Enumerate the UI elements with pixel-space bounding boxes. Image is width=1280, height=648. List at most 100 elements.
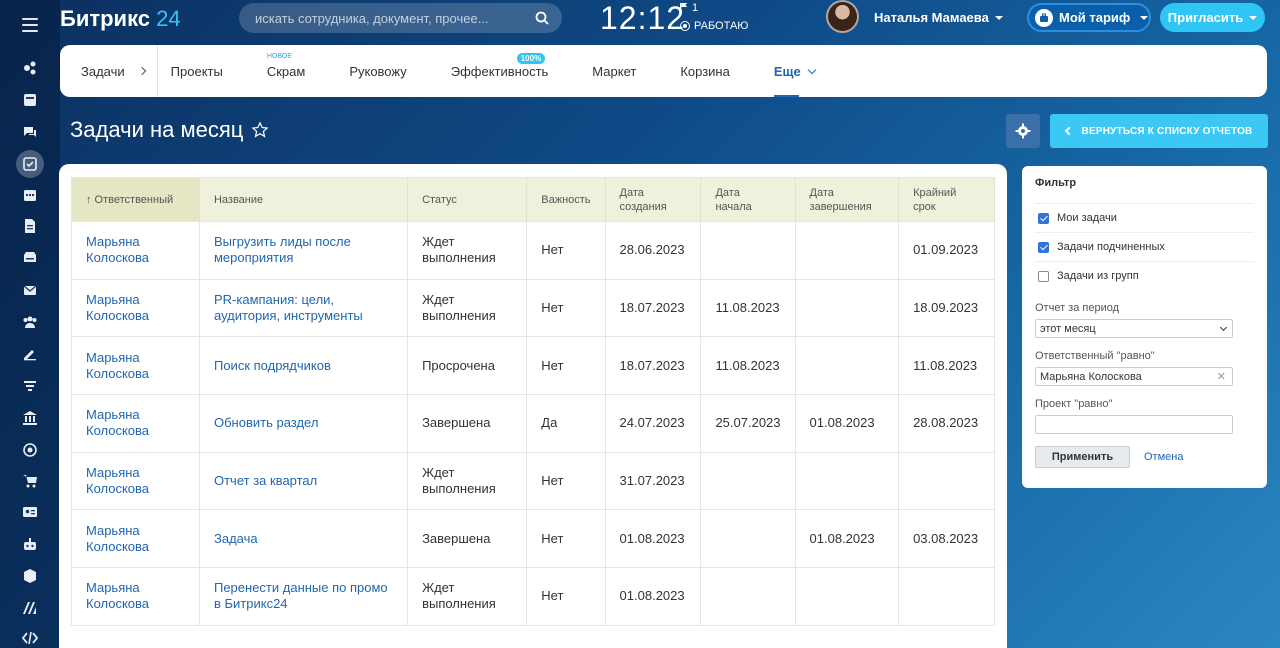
table-cell: 01.08.2023 bbox=[605, 509, 702, 568]
column-header[interactable]: Название bbox=[199, 177, 409, 222]
logo[interactable]: Битрикс 24 bbox=[60, 6, 181, 32]
checkbox-label: Задачи из групп bbox=[1057, 270, 1139, 282]
project-field[interactable] bbox=[1035, 415, 1233, 434]
nav-tasks[interactable]: Задачи bbox=[60, 45, 158, 97]
table-cell: Да bbox=[526, 394, 606, 453]
invite-button[interactable]: Пригласить bbox=[1160, 3, 1265, 32]
task-link[interactable]: Обновить раздел bbox=[199, 394, 409, 453]
responsible-link[interactable]: Марьяна Колоскова bbox=[71, 336, 200, 395]
nav-label: Маркет bbox=[592, 63, 637, 79]
contacts-icon[interactable] bbox=[16, 498, 44, 526]
robot-icon[interactable] bbox=[16, 530, 44, 558]
groups-icon[interactable] bbox=[16, 308, 44, 336]
target-icon[interactable] bbox=[16, 436, 44, 464]
checkbox[interactable] bbox=[1038, 212, 1049, 224]
task-link[interactable]: Поиск подрядчиков bbox=[199, 336, 409, 395]
code-icon[interactable] bbox=[16, 624, 44, 648]
responsible-link[interactable]: Марьяна Колоскова bbox=[71, 567, 200, 626]
column-header[interactable]: Важность bbox=[526, 177, 606, 222]
table-row: Марьяна Колоскова Задача Завершена Нет 01.08… bbox=[71, 509, 995, 568]
table-cell: 01.09.2023 bbox=[898, 221, 995, 280]
responsible-link[interactable]: Марьяна Колоскова bbox=[71, 394, 200, 453]
tasks-icon[interactable] bbox=[16, 150, 44, 178]
filter-my-tasks[interactable]: Мои задачи bbox=[1035, 203, 1254, 232]
avatar[interactable] bbox=[826, 0, 859, 33]
task-link[interactable]: Перенести данные по промо в Битрикс24 bbox=[199, 567, 409, 626]
checkbox-label: Задачи подчиненных bbox=[1057, 241, 1165, 253]
nav-more[interactable]: Еще bbox=[752, 45, 837, 97]
nav-trash[interactable]: Корзина bbox=[658, 45, 752, 97]
task-link[interactable]: Задача bbox=[199, 509, 409, 568]
search-icon[interactable] bbox=[534, 10, 550, 26]
filter-group-tasks[interactable]: Задачи из групп bbox=[1035, 261, 1254, 290]
settings-button[interactable] bbox=[1006, 114, 1040, 148]
responsible-link[interactable]: Марьяна Колоскова bbox=[71, 278, 200, 337]
responsible-field[interactable]: Марьяна Колоскова ✕ bbox=[1035, 367, 1233, 386]
task-link[interactable]: PR-кампания: цели, аудитория, инструмент… bbox=[199, 278, 409, 337]
work-status-label: РАБОТАЮ bbox=[694, 20, 749, 32]
nav-manage[interactable]: Руковожу bbox=[327, 45, 428, 97]
menu-icon[interactable] bbox=[22, 18, 38, 36]
column-header[interactable]: Статус bbox=[407, 177, 528, 222]
nav-market[interactable]: Маркет bbox=[570, 45, 658, 97]
drive-icon[interactable] bbox=[16, 243, 44, 271]
table-cell: 18.07.2023 bbox=[605, 336, 702, 395]
search-input[interactable] bbox=[255, 10, 534, 26]
task-link[interactable]: Отчет за квартал bbox=[199, 451, 409, 510]
news-icon[interactable] bbox=[16, 86, 44, 114]
left-sidebar bbox=[0, 0, 60, 648]
flag-counter[interactable]: 1 bbox=[680, 2, 698, 14]
cancel-link[interactable]: Отмена bbox=[1144, 451, 1183, 463]
table-cell: 01.08.2023 bbox=[795, 394, 900, 453]
new-badge: НОВОЕ bbox=[266, 53, 292, 60]
column-header[interactable]: ↑ Ответственный bbox=[71, 177, 200, 222]
box-icon[interactable] bbox=[16, 562, 44, 590]
activity-icon[interactable] bbox=[16, 54, 44, 82]
sign-icon[interactable] bbox=[16, 339, 44, 367]
chat-icon[interactable] bbox=[16, 118, 44, 146]
calendar-icon[interactable] bbox=[16, 181, 44, 209]
clock[interactable]: 12:12 bbox=[600, 0, 685, 37]
table-row: Марьяна Колоскова Обновить раздел Завершен… bbox=[71, 394, 995, 453]
clear-icon[interactable]: ✕ bbox=[1217, 370, 1226, 383]
user-menu[interactable]: Наталья Мамаева bbox=[874, 10, 1003, 25]
bank-icon[interactable] bbox=[16, 404, 44, 432]
search-box[interactable] bbox=[239, 3, 562, 33]
responsible-link[interactable]: Марьяна Колоскова bbox=[71, 221, 200, 280]
work-status[interactable]: РАБОТАЮ bbox=[680, 20, 748, 32]
filter-icon[interactable] bbox=[16, 372, 44, 400]
tariff-button[interactable]: Мой тариф bbox=[1027, 3, 1151, 32]
table-cell: 01.08.2023 bbox=[795, 509, 900, 568]
period-select[interactable]: этот месяц bbox=[1035, 319, 1233, 338]
table-cell: 11.08.2023 bbox=[898, 336, 995, 395]
table-cell bbox=[898, 451, 995, 510]
back-to-reports-button[interactable]: ВЕРНУТЬСЯ К СПИСКУ ОТЧЕТОВ bbox=[1050, 114, 1268, 148]
nav-scrum[interactable]: НОВОЕ Скрам bbox=[245, 45, 327, 97]
table-cell: Завершена bbox=[407, 394, 528, 453]
marta-icon[interactable] bbox=[16, 594, 44, 622]
gear-icon bbox=[1015, 123, 1031, 139]
table-cell: Нет bbox=[526, 221, 606, 280]
column-header[interactable]: Дата создания bbox=[605, 177, 702, 222]
top-nav: Задачи Проекты НОВОЕ Скрам Руковожу 100%… bbox=[60, 45, 1267, 97]
docs-icon[interactable] bbox=[16, 212, 44, 240]
apply-button[interactable]: Применить bbox=[1035, 446, 1130, 468]
star-icon[interactable] bbox=[251, 121, 269, 139]
table-row: Марьяна Колоскова PR-кампания: цели, ауди… bbox=[71, 278, 995, 337]
table-cell bbox=[700, 567, 796, 626]
filter-subordinate-tasks[interactable]: Задачи подчиненных bbox=[1035, 232, 1254, 261]
checkbox[interactable] bbox=[1038, 270, 1049, 282]
task-link[interactable]: Выгрузить лиды после мероприятия bbox=[199, 221, 409, 280]
responsible-link[interactable]: Марьяна Колоскова bbox=[71, 509, 200, 568]
mail-icon[interactable] bbox=[16, 276, 44, 304]
column-header[interactable]: Крайний срок bbox=[898, 177, 995, 222]
responsible-link[interactable]: Марьяна Колоскова bbox=[71, 451, 200, 510]
column-header[interactable]: Дата начала bbox=[700, 177, 796, 222]
nav-projects[interactable]: Проекты bbox=[158, 45, 245, 97]
flag-count: 1 bbox=[692, 2, 699, 14]
cart-icon[interactable] bbox=[16, 467, 44, 495]
column-header[interactable]: Дата завершения bbox=[795, 177, 900, 222]
checkbox[interactable] bbox=[1038, 241, 1049, 253]
user-name: Наталья Мамаева bbox=[874, 10, 989, 25]
nav-efficiency[interactable]: 100% Эффективность bbox=[429, 45, 571, 97]
